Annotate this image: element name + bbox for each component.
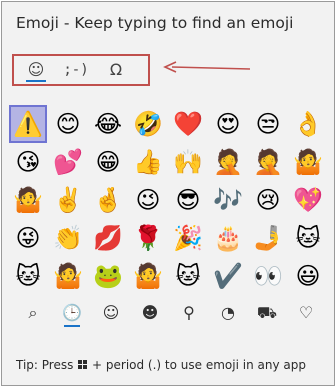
emoji-cell[interactable]: 🤣	[130, 106, 166, 142]
emoji-cell[interactable]: 🤦	[210, 144, 246, 180]
emoji-cell[interactable]: 🙌	[170, 144, 206, 180]
smiley-icon: ☺	[27, 60, 45, 79]
smiley-category-icon[interactable]: ☺	[96, 298, 126, 328]
emoji-cell[interactable]: 🐱	[10, 258, 46, 294]
emoji-cell[interactable]: 😢	[250, 182, 286, 218]
emoji-cell[interactable]: ⚠️	[9, 105, 47, 143]
emoji-cell[interactable]: 😘	[10, 144, 46, 180]
emoji-cell[interactable]: 😜	[10, 220, 46, 256]
emoji-cell[interactable]: 💋	[90, 220, 126, 256]
category-tabs: ☺ ;-) Ω	[12, 54, 150, 86]
emoji-cell[interactable]: 😒	[250, 106, 286, 142]
emoji-cell[interactable]: 😊	[50, 106, 86, 142]
emoji-cell[interactable]: 🤳	[250, 220, 286, 256]
emoji-cell[interactable]: 😁	[90, 144, 126, 180]
travel-icon[interactable]: ⛟	[252, 298, 282, 328]
emoji-cell[interactable]: 🐱	[170, 258, 206, 294]
people-icon[interactable]: ☻	[135, 298, 165, 328]
emoji-cell[interactable]: 🤞	[90, 182, 126, 218]
emoji-cell[interactable]: 👌	[290, 106, 326, 142]
emoji-cell[interactable]: 🎶	[210, 182, 246, 218]
emoji-cell[interactable]: 🤷	[50, 258, 86, 294]
emoji-cell[interactable]: 😎	[170, 182, 206, 218]
emoji-cell[interactable]: 👏	[50, 220, 86, 256]
panel-title: Emoji - Keep typing to find an emoji	[16, 14, 294, 32]
emoji-cell[interactable]: 👀	[250, 258, 286, 294]
emoji-cell[interactable]: ✔️	[210, 258, 246, 294]
tab-emoji[interactable]: ☺	[18, 56, 54, 84]
category-bar: ⌕ 🕒 ☺ ☻ ⚲ ◔ ⛟ ♡	[2, 298, 334, 328]
heart-icon[interactable]: ♡	[291, 298, 321, 328]
emoji-cell[interactable]: 🤷	[130, 258, 166, 294]
tab-kaomoji[interactable]: ;-)	[58, 56, 94, 84]
emoji-cell[interactable]: 🐸	[90, 258, 126, 294]
emoji-cell[interactable]: 😍	[210, 106, 246, 142]
emoji-cell[interactable]: 🤷	[10, 182, 46, 218]
tip-suffix: + period (.) to use emoji in any app	[92, 358, 306, 372]
search-icon[interactable]: ⌕	[18, 298, 48, 328]
emoji-cell[interactable]: ✌️	[50, 182, 86, 218]
emoji-cell[interactable]: 😉	[130, 182, 166, 218]
kaomoji-icon: ;-)	[63, 62, 89, 78]
emoji-cell[interactable]: 👍	[130, 144, 166, 180]
celebration-icon[interactable]: ⚲	[174, 298, 204, 328]
windows-key-icon	[78, 360, 88, 369]
omega-icon: Ω	[109, 60, 123, 79]
emoji-cell[interactable]: 😂	[90, 106, 126, 142]
annotation-arrow	[163, 61, 251, 73]
emoji-cell[interactable]: 🤷	[290, 144, 326, 180]
emoji-cell[interactable]: 🐱	[290, 220, 326, 256]
emoji-cell[interactable]: 🎂	[210, 220, 246, 256]
tip-text: Tip: Press + period (.) to use emoji in …	[16, 358, 306, 372]
emoji-cell[interactable]: 💕	[50, 144, 86, 180]
emoji-cell[interactable]: 🌹	[130, 220, 166, 256]
emoji-cell[interactable]: 🤦	[250, 144, 286, 180]
tab-symbols[interactable]: Ω	[98, 56, 134, 84]
emoji-cell[interactable]: 😃	[290, 258, 326, 294]
recent-clock-icon[interactable]: 🕒	[57, 298, 87, 328]
tip-prefix: Tip: Press	[16, 358, 74, 372]
food-icon[interactable]: ◔	[213, 298, 243, 328]
emoji-cell[interactable]: 💖	[290, 182, 326, 218]
emoji-panel: Emoji - Keep typing to find an emoji ☺ ;…	[1, 1, 335, 386]
emoji-cell[interactable]: 🎉	[170, 220, 206, 256]
emoji-cell[interactable]: ❤️	[170, 106, 206, 142]
